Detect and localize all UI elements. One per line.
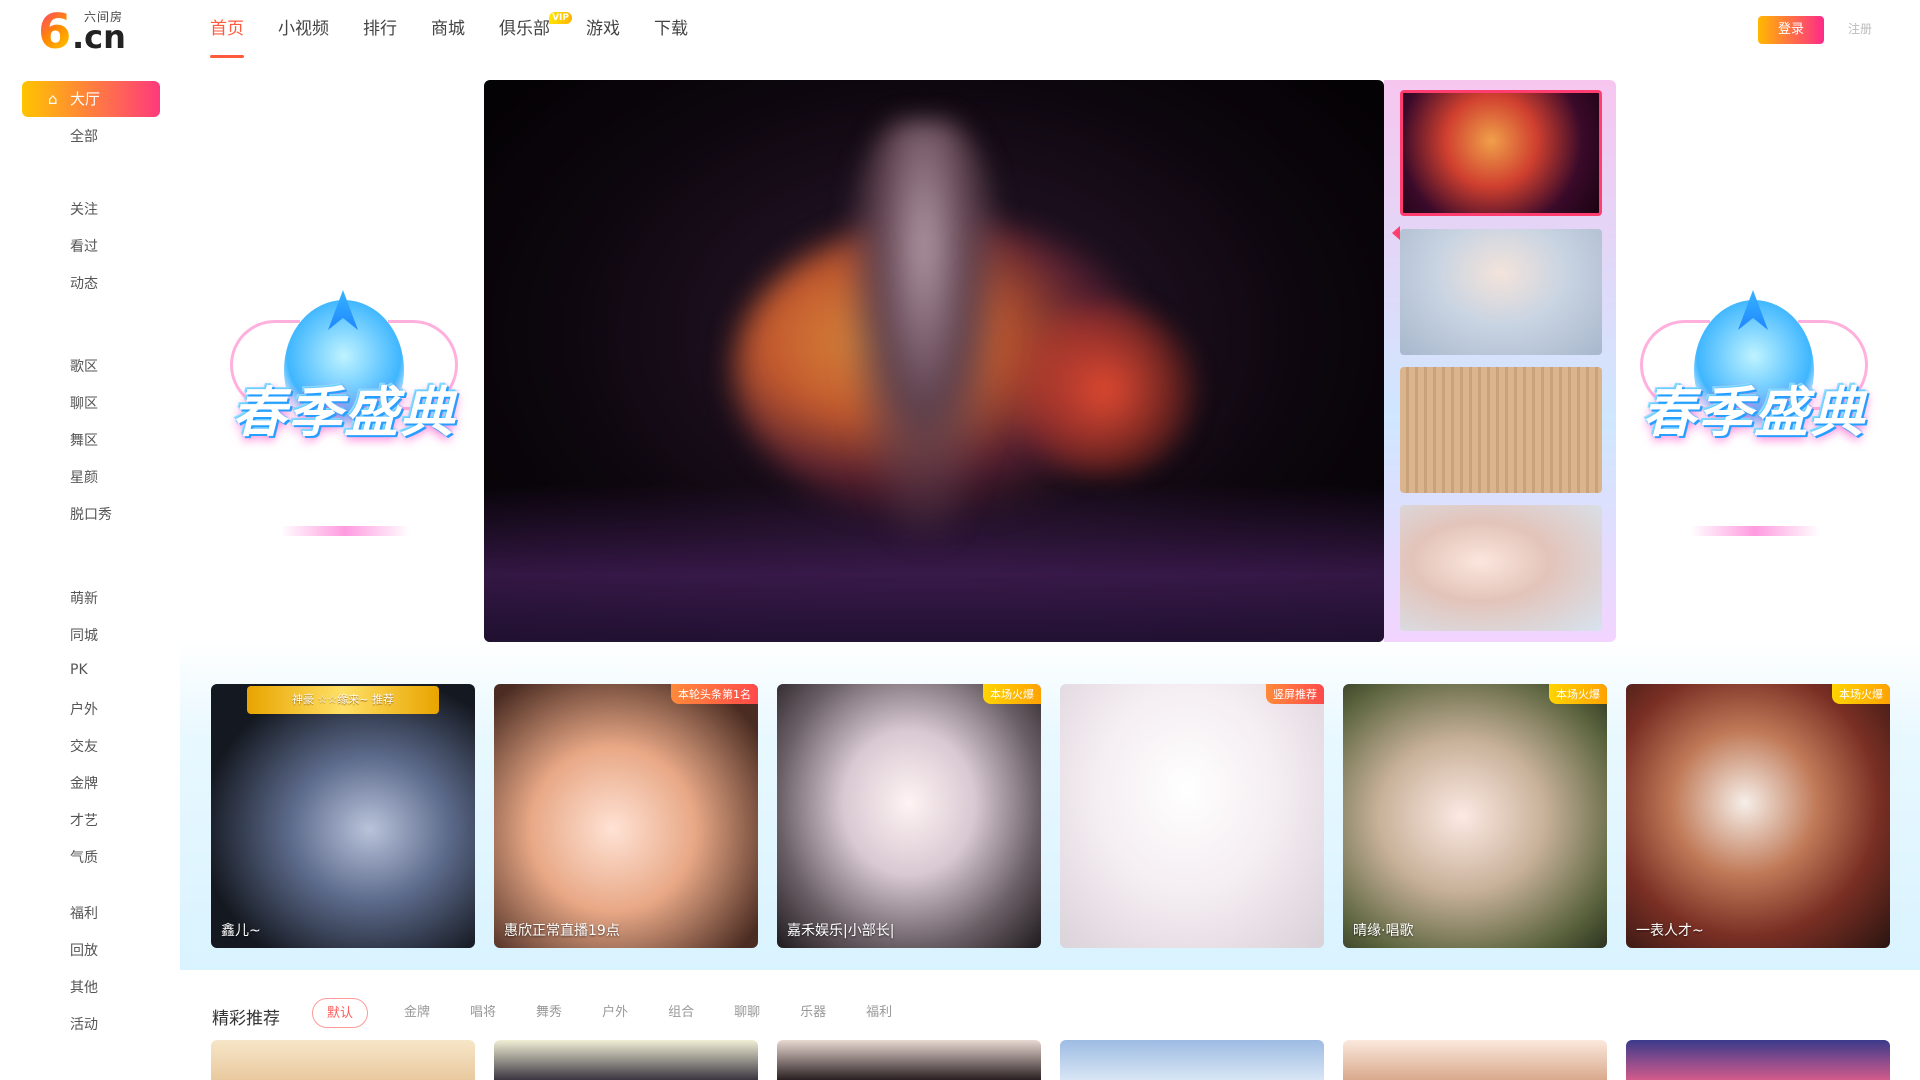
sidebar-item-temperament[interactable]: 气质 (70, 847, 98, 867)
stream-card[interactable]: 竖屏推荐 (1060, 684, 1324, 948)
nav-club[interactable]: 俱乐部 VIP (499, 12, 572, 58)
sidebar-item-pk[interactable]: PK (70, 662, 88, 678)
recommend-card[interactable] (1343, 1040, 1607, 1080)
sidebar-item-hall[interactable]: ⌂ 大厅 (22, 81, 160, 117)
card-tag: 本场火爆 (1549, 684, 1607, 704)
tab-instrument[interactable]: 乐器 (800, 998, 826, 1028)
sidebar-item-other[interactable]: 其他 (70, 977, 98, 997)
live-video-player[interactable] (484, 80, 1384, 642)
card-tag: 本场火爆 (983, 684, 1041, 704)
festival-subtitle-bar (1690, 526, 1820, 536)
site-logo[interactable]: 6 六间房 .cn (38, 4, 138, 60)
recommend-card[interactable] (494, 1040, 758, 1080)
sidebar-item-all[interactable]: 全部 (70, 126, 98, 146)
main-nav: 首页 小视频 排行 商城 俱乐部 VIP 游戏 下载 (210, 12, 722, 58)
nav-games[interactable]: 游戏 (586, 16, 620, 58)
nav-ranking[interactable]: 排行 (363, 16, 397, 58)
card-streamer-name: 晴缘·唱歌 (1353, 923, 1414, 939)
festival-banner-left[interactable]: 春季盛典 (210, 290, 478, 560)
sidebar-item-outdoor[interactable]: 户外 (70, 699, 98, 719)
recommend-card[interactable] (211, 1040, 475, 1080)
register-link[interactable]: 注册 (1848, 20, 1872, 37)
card-tag: 本场火爆 (1832, 684, 1890, 704)
stream-card[interactable]: 本场火爆 嘉禾娱乐|小部长| (777, 684, 1041, 948)
nav-shop[interactable]: 商城 (431, 16, 465, 58)
card-tag: 竖屏推荐 (1266, 684, 1324, 704)
logo-domain: .cn (72, 18, 126, 56)
recommend-tabs: 默认 金牌 唱将 舞秀 户外 组合 聊聊 乐器 福利 (312, 998, 932, 1028)
card-crown-banner: 神豪 ☆☆缘来~ 推荐 (247, 686, 439, 714)
card-tag: 本轮头条第1名 (671, 684, 758, 704)
sidebar-item-watched[interactable]: 看过 (70, 236, 98, 256)
sidebar-item-welfare[interactable]: 福利 (70, 903, 98, 923)
sidebar-item-local[interactable]: 同城 (70, 625, 98, 645)
nav-club-label: 俱乐部 (499, 19, 550, 39)
left-sidebar: ⌂ 大厅 全部 关注 看过 动态 歌区 聊区 舞区 星颜 脱口秀 萌新 同城 P… (0, 70, 180, 1080)
tab-default[interactable]: 默认 (312, 998, 369, 1028)
tab-dance[interactable]: 舞秀 (536, 998, 562, 1028)
sidebar-item-chat[interactable]: 聊区 (70, 393, 98, 413)
stream-card[interactable]: 本场火爆 晴缘·唱歌 (1343, 684, 1607, 948)
nav-home[interactable]: 首页 (210, 16, 244, 58)
sidebar-item-follow[interactable]: 关注 (70, 199, 98, 219)
sidebar-item-singing[interactable]: 歌区 (70, 356, 98, 376)
sidebar-item-gold[interactable]: 金牌 (70, 773, 98, 793)
tab-chat[interactable]: 聊聊 (734, 998, 760, 1028)
tab-gold[interactable]: 金牌 (404, 998, 430, 1028)
nav-download[interactable]: 下载 (654, 16, 688, 58)
sidebar-item-beauty[interactable]: 星颜 (70, 467, 98, 487)
recommend-section-title: 精彩推荐 (212, 1009, 280, 1029)
thumbnail-stream-2[interactable] (1400, 229, 1602, 355)
recommend-card[interactable] (777, 1040, 1041, 1080)
recommend-card[interactable] (1626, 1040, 1890, 1080)
nav-short-video[interactable]: 小视频 (278, 16, 329, 58)
card-streamer-name: 嘉禾娱乐|小部长| (787, 923, 895, 939)
thumbnail-stream-3[interactable] (1400, 367, 1602, 493)
sidebar-item-talkshow[interactable]: 脱口秀 (70, 504, 112, 524)
sidebar-item-talent[interactable]: 才艺 (70, 810, 98, 830)
tab-outdoor[interactable]: 户外 (602, 998, 628, 1028)
player-click-area[interactable] (484, 80, 1384, 642)
stream-card[interactable]: 本场火爆 一表人才~ (1626, 684, 1890, 948)
sidebar-item-events[interactable]: 活动 (70, 1014, 98, 1034)
vip-badge: VIP (549, 12, 572, 24)
sidebar-item-dance[interactable]: 舞区 (70, 430, 98, 450)
festival-subtitle-bar (280, 526, 410, 536)
stream-card[interactable]: 本轮头条第1名 惠欣正常直播19点 (494, 684, 758, 948)
thumbnail-stream-4[interactable] (1400, 505, 1602, 631)
thumbnail-stream-1[interactable] (1400, 90, 1602, 216)
tab-welfare[interactable]: 福利 (866, 998, 892, 1028)
login-button[interactable]: 登录 (1758, 16, 1824, 44)
stream-card[interactable]: 神豪 ☆☆缘来~ 推荐 鑫儿~ (211, 684, 475, 948)
card-streamer-name: 惠欣正常直播19点 (504, 923, 620, 939)
logo-six-glyph: 6 (38, 4, 72, 60)
sidebar-item-social[interactable]: 交友 (70, 736, 98, 756)
card-streamer-name: 一表人才~ (1636, 923, 1704, 939)
sidebar-item-newbie[interactable]: 萌新 (70, 588, 98, 608)
recommend-card[interactable] (1060, 1040, 1324, 1080)
card-streamer-name: 鑫儿~ (221, 923, 261, 939)
sidebar-item-label: 大厅 (70, 90, 101, 108)
featured-thumbnail-list (1384, 80, 1616, 642)
festival-title: 春季盛典 (1642, 381, 1866, 444)
festival-banner-right[interactable]: 春季盛典 (1620, 290, 1888, 560)
tab-singer[interactable]: 唱将 (470, 998, 496, 1028)
sidebar-item-replay[interactable]: 回放 (70, 940, 98, 960)
tab-group[interactable]: 组合 (668, 998, 694, 1028)
top-header: 6 六间房 .cn 首页 小视频 排行 商城 俱乐部 VIP 游戏 下载 登录 … (0, 0, 1920, 70)
sidebar-item-feed[interactable]: 动态 (70, 273, 98, 293)
active-thumb-pointer-icon (1392, 226, 1400, 240)
home-icon: ⌂ (48, 90, 58, 108)
festival-title: 春季盛典 (232, 381, 456, 444)
